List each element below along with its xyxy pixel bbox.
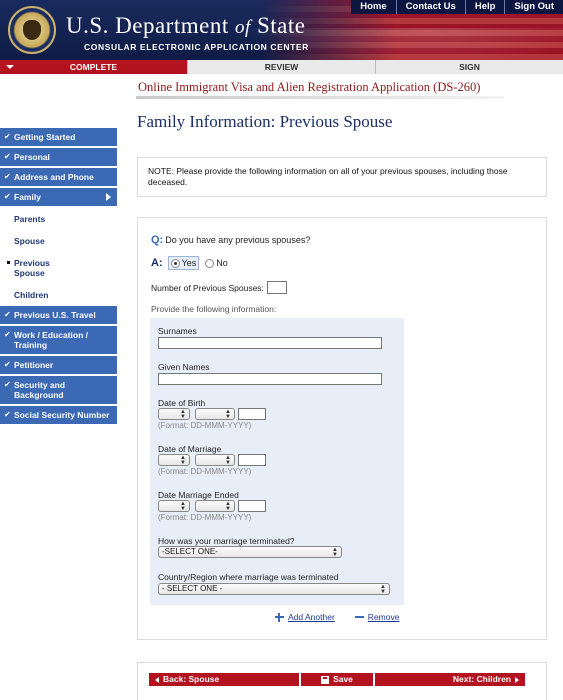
check-icon: ✔ [4, 330, 11, 339]
dom-label: Date of Marriage [158, 444, 222, 454]
dme-month-select[interactable]: ▲ ▼ [195, 500, 235, 512]
sidebar-subitem-children[interactable]: Children [0, 284, 117, 306]
page-title: Family Information: Previous Spouse [137, 112, 393, 131]
dme-year-input[interactable] [238, 500, 266, 512]
sidebar-subitem-previous-spouse[interactable]: Previous Spouse [0, 252, 117, 284]
minus-icon [354, 613, 364, 622]
back-button[interactable]: Back: Spouse [149, 673, 299, 686]
check-icon: ✔ [4, 152, 11, 161]
add-remove-row: Add Another Remove [275, 612, 399, 622]
site-subtitle: CONSULAR ELECTRONIC APPLICATION CENTER [84, 42, 309, 52]
updown-arrows-icon: ▲ ▼ [380, 584, 386, 595]
radio-icon [205, 258, 215, 268]
step-complete[interactable]: COMPLETE [0, 60, 187, 74]
sidebar: ✔ Getting Started ✔ Personal ✔ Address and … [0, 128, 117, 426]
dob-day-select[interactable]: ▲ ▼ [158, 408, 190, 420]
nav-contact-link[interactable]: Contact Us [395, 0, 465, 14]
terminated-select[interactable]: -SELECT ONE- ▲ ▼ [158, 546, 342, 558]
dom-year-input[interactable] [238, 454, 266, 466]
nav-signout-link[interactable]: Sign Out [504, 0, 563, 14]
top-navigation: Home Contact Us Help Sign Out [351, 0, 563, 14]
updown-arrows-icon: ▲ ▼ [332, 547, 338, 558]
sidebar-item-previous-travel[interactable]: ✔ Previous U.S. Travel [0, 306, 117, 324]
department-seal-icon [8, 6, 56, 54]
add-another-link[interactable]: Add Another [288, 612, 335, 622]
sidebar-subitem-spouse[interactable]: Spouse [0, 230, 117, 252]
updown-arrows-icon: ▲ ▼ [180, 501, 186, 512]
chevron-down-icon [6, 65, 14, 69]
dob-month-select[interactable]: ▲ ▼ [195, 408, 235, 420]
updown-arrows-icon: ▲ ▼ [225, 409, 231, 420]
sidebar-item-petitioner[interactable]: ✔ Petitioner [0, 356, 117, 374]
check-icon: ✔ [4, 192, 11, 201]
check-icon: ✔ [4, 172, 11, 181]
num-previous-input[interactable] [266, 281, 287, 294]
dom-month-select[interactable]: ▲ ▼ [195, 454, 235, 466]
arrow-left-icon [155, 676, 159, 683]
sidebar-item-ssn[interactable]: ✔ Social Security Number [0, 406, 117, 424]
progress-steps: COMPLETE REVIEW SIGN [0, 60, 563, 74]
save-button[interactable]: Save [301, 673, 373, 686]
yes-radio[interactable]: Yes [167, 256, 200, 270]
dob-label: Date of Birth [158, 398, 206, 408]
dme-label: Date Marriage Ended [158, 490, 239, 500]
updown-arrows-icon: ▲ ▼ [180, 409, 186, 420]
check-icon: ✔ [4, 410, 11, 419]
site-title: U.S. Department of State [66, 13, 306, 38]
date-format-hint: (Format: DD-MMM-YYYY) [158, 421, 252, 430]
dob-year-input[interactable] [238, 408, 266, 420]
site-header: U.S. Department of State CONSULAR ELECTR… [0, 0, 563, 60]
navigation-buttons: Back: Spouse Save Next: Children [149, 673, 525, 686]
remove-link[interactable]: Remove [368, 612, 400, 622]
given-names-label: Given Names [158, 362, 210, 372]
given-names-input[interactable] [158, 373, 382, 385]
note-box: NOTE: Please provide the following infor… [137, 157, 547, 197]
check-icon: ✔ [4, 380, 11, 389]
updown-arrows-icon: ▲ ▼ [180, 455, 186, 466]
answer: A: Yes No [151, 256, 228, 270]
check-icon: ✔ [4, 132, 11, 141]
country-label: Country/Region where marriage was termin… [158, 572, 339, 582]
step-review[interactable]: REVIEW [187, 60, 375, 74]
form-title: Online Immigrant Visa and Alien Registra… [138, 80, 481, 94]
radio-selected-icon [170, 258, 180, 268]
updown-arrows-icon: ▲ ▼ [225, 455, 231, 466]
nav-help-link[interactable]: Help [464, 0, 505, 14]
sidebar-item-getting-started[interactable]: ✔ Getting Started [0, 128, 117, 146]
dom-day-select[interactable]: ▲ ▼ [158, 454, 190, 466]
sidebar-item-address[interactable]: ✔ Address and Phone [0, 168, 117, 186]
sidebar-item-personal[interactable]: ✔ Personal [0, 148, 117, 166]
current-marker-icon [7, 261, 10, 264]
question: Q: Do you have any previous spouses? [151, 234, 311, 246]
sidebar-item-family[interactable]: ✔ Family [0, 188, 117, 206]
next-button[interactable]: Next: Children [375, 673, 525, 686]
chevron-right-icon [106, 193, 111, 201]
date-format-hint: (Format: DD-MMM-YYYY) [158, 467, 252, 476]
sidebar-item-security[interactable]: ✔ Security and Background [0, 376, 117, 404]
plus-icon [275, 612, 284, 622]
title-divider [136, 96, 504, 99]
surnames-input[interactable] [158, 337, 382, 349]
country-select[interactable]: - SELECT ONE - ▲ ▼ [158, 583, 390, 595]
arrow-right-icon [515, 676, 519, 683]
num-previous-row: Number of Previous Spouses: [151, 281, 287, 294]
step-sign[interactable]: SIGN [375, 60, 563, 74]
sidebar-subitem-parents[interactable]: Parents [0, 208, 117, 230]
floppy-disk-icon [321, 675, 330, 684]
check-icon: ✔ [4, 310, 11, 319]
terminated-label: How was your marriage terminated? [158, 536, 295, 546]
dme-day-select[interactable]: ▲ ▼ [158, 500, 190, 512]
surnames-label: Surnames [158, 326, 197, 336]
updown-arrows-icon: ▲ ▼ [225, 501, 231, 512]
provide-label: Provide the following information: [151, 304, 277, 314]
check-icon: ✔ [4, 360, 11, 369]
nav-home-link[interactable]: Home [351, 0, 395, 14]
sidebar-item-work-education[interactable]: ✔ Work / Education / Training [0, 326, 117, 354]
date-format-hint: (Format: DD-MMM-YYYY) [158, 513, 252, 522]
no-radio[interactable]: No [205, 258, 228, 268]
